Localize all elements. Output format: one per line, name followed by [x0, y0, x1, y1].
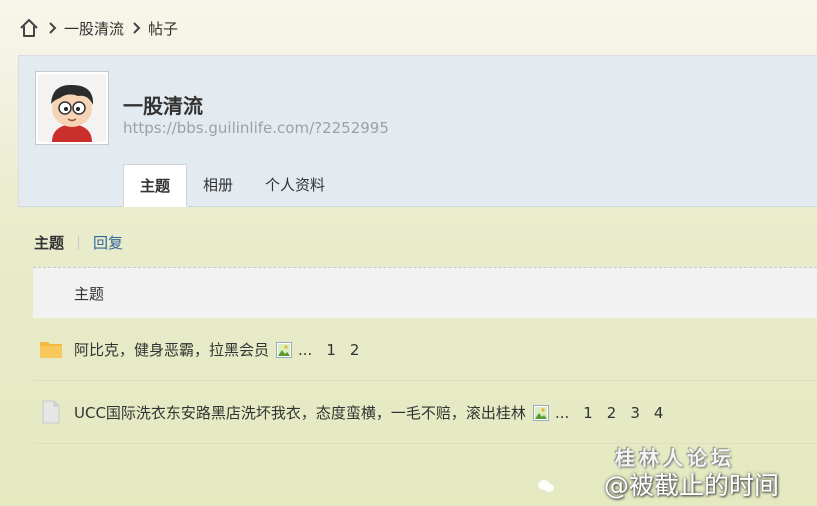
chevron-right-icon: [46, 21, 60, 35]
table-row: 阿比克，健身恶霸，拉黑会员... 1 2: [33, 318, 817, 381]
breadcrumb-item-posts[interactable]: 帖子: [148, 18, 178, 39]
folder-icon: [39, 337, 63, 361]
breadcrumb-item-user[interactable]: 一股清流: [64, 18, 124, 39]
page-link[interactable]: 4: [654, 404, 664, 422]
subtab-replies[interactable]: 回复: [93, 232, 123, 253]
avatar[interactable]: [35, 71, 109, 145]
profile-header: 一股清流 https://bbs.guilinlife.com/?2252995…: [18, 55, 817, 207]
page-link[interactable]: 3: [630, 404, 640, 422]
table-row: UCC国际洗衣东安路黑店洗坏我衣，态度蛮横，一毛不赔，滚出桂林... 1 2 3 4: [33, 381, 817, 444]
tab-profile-info[interactable]: 个人资料: [249, 164, 341, 206]
divider: [78, 235, 80, 250]
column-header-subject: 主题: [74, 284, 105, 303]
pages-ellipsis: ...: [554, 403, 570, 422]
profile-username: 一股清流: [123, 94, 203, 118]
tab-threads[interactable]: 主题: [123, 164, 188, 207]
chevron-right-icon: [130, 21, 144, 35]
table-header: 主题: [33, 267, 817, 318]
profile-url: https://bbs.guilinlife.com/?2252995: [123, 119, 389, 137]
pages-ellipsis: ...: [298, 340, 313, 359]
document-icon: [39, 400, 63, 424]
page-link[interactable]: 1: [326, 341, 336, 359]
wechat-icon: [537, 479, 555, 493]
page-link[interactable]: 2: [607, 404, 617, 422]
thread-title[interactable]: 阿比克，健身恶霸，拉黑会员: [74, 341, 269, 359]
thread-table: 主题 阿比克，健身恶霸，拉黑会员... 1 2 UCC国际洗衣东安路黑店洗坏我衣，态…: [33, 267, 817, 444]
watermark-author: @被截止的时间: [604, 471, 780, 500]
image-attachment-icon: [276, 341, 293, 358]
home-icon[interactable]: [18, 17, 40, 39]
subtab-threads[interactable]: 主题: [34, 232, 64, 253]
thread-title[interactable]: UCC国际洗衣东安路黑店洗坏我衣，态度蛮横，一毛不赔，滚出桂林: [74, 404, 526, 422]
image-attachment-icon: [532, 404, 549, 421]
breadcrumb: 一股清流 帖子: [18, 15, 178, 41]
page-link[interactable]: 2: [350, 341, 360, 359]
page-link[interactable]: 1: [583, 404, 593, 422]
profile-tabs: 主题 相册 个人资料: [123, 163, 341, 207]
subtabs: 主题 回复: [34, 232, 123, 253]
tab-album[interactable]: 相册: [187, 164, 249, 206]
